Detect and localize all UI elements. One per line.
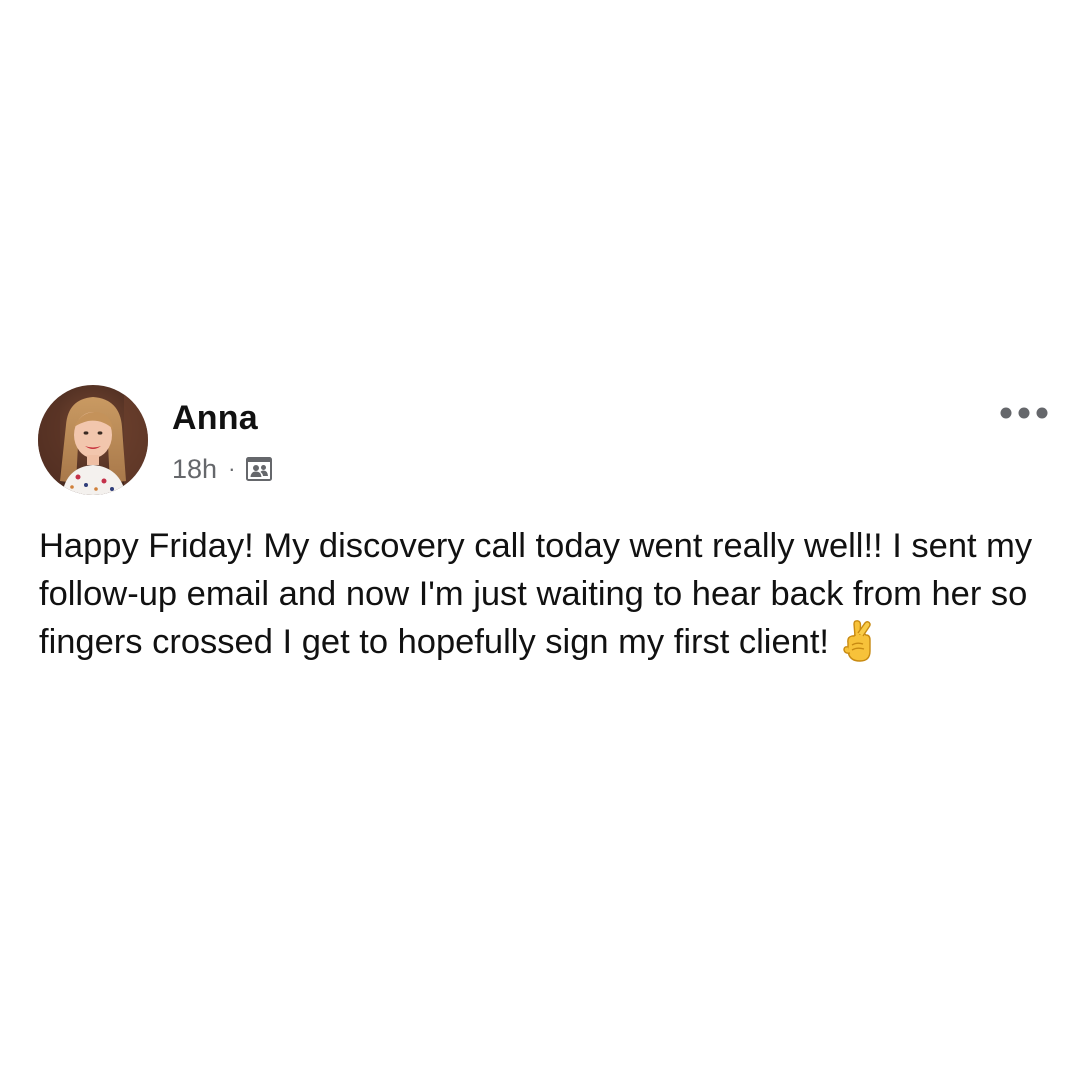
post-body: Happy Friday! My discovery call today we… bbox=[39, 522, 1049, 666]
more-options-button[interactable] bbox=[997, 398, 1051, 428]
post-meta: 18h · bbox=[172, 449, 273, 489]
more-options-icon bbox=[1000, 407, 1048, 419]
avatar-photo bbox=[38, 385, 148, 495]
post-body-text: Happy Friday! My discovery call today we… bbox=[39, 527, 1033, 661]
meta-separator: · bbox=[228, 456, 236, 481]
author-name[interactable]: Anna bbox=[172, 399, 258, 438]
group-members-icon bbox=[245, 455, 273, 483]
crossed-fingers-emoji-icon bbox=[839, 619, 879, 663]
author-avatar[interactable] bbox=[38, 385, 148, 495]
post-timestamp[interactable]: 18h bbox=[172, 454, 217, 485]
post-card: Anna 18h · Happy Friday! My discovery ca… bbox=[0, 0, 1080, 1080]
